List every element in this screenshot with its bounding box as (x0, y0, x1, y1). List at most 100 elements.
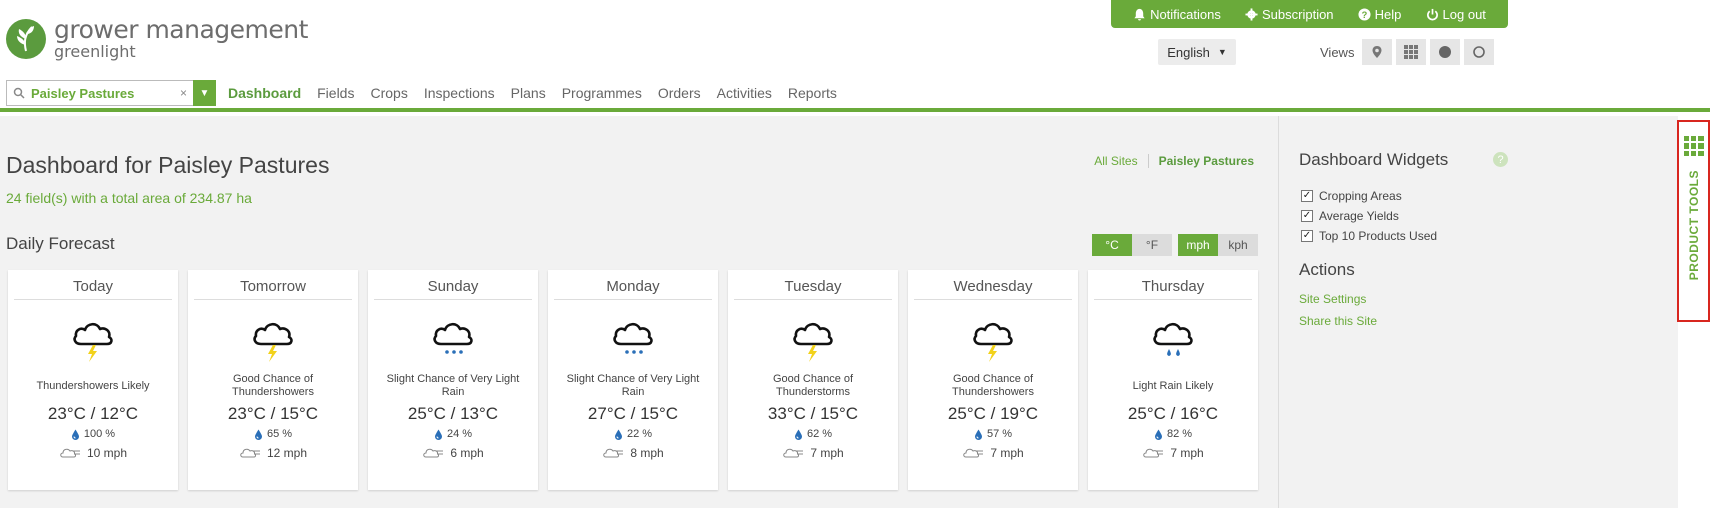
nav-crops[interactable]: Crops (370, 85, 407, 101)
forecast-rain-chance: 65 % (188, 428, 358, 440)
nav-plans[interactable]: Plans (511, 85, 546, 101)
widget-label: Cropping Areas (1319, 189, 1402, 203)
site-dropdown-button[interactable]: ▼ (193, 80, 216, 106)
forecast-card: Today Thundershowers Likely 23°C / 12°C 100… (8, 270, 178, 490)
caret-down-icon: ▼ (1217, 47, 1227, 57)
nav-activities[interactable]: Activities (717, 85, 772, 101)
checkbox[interactable]: ✓ (1301, 190, 1313, 202)
widget-cropping-areas[interactable]: ✓ Cropping Areas (1301, 186, 1437, 206)
logout-button[interactable]: Log out (1426, 7, 1486, 22)
app-subtitle: greenlight (54, 42, 136, 61)
thunderstorm-icon (793, 322, 833, 362)
forecast-description: Slight Chance of Very Light Rain (566, 373, 700, 398)
forecast-temperature: 25°C / 19°C (947, 404, 1039, 423)
search-input[interactable]: Paisley Pastures (31, 86, 180, 101)
raindrop-icon (974, 429, 982, 440)
clear-search-icon[interactable]: × (180, 86, 187, 100)
widgets-help-icon[interactable]: ? (1493, 152, 1508, 167)
forecast-description: Good Chance of Thundershowers (952, 373, 1034, 398)
widget-list: ✓ Cropping Areas ✓ Average Yields ✓ Top … (1301, 186, 1437, 246)
mph-toggle[interactable]: mph (1178, 234, 1218, 256)
logout-label: Log out (1442, 6, 1486, 22)
view-filled-circle-button[interactable] (1430, 39, 1461, 65)
dashboard-main: Dashboard for Paisley Pastures 24 field(… (0, 116, 1278, 508)
forecast-description: Good Chance of Thundershowers (232, 373, 314, 398)
wind-cloud-icon (240, 448, 260, 458)
caret-down-icon: ▼ (199, 87, 210, 99)
nav-inspections[interactable]: Inspections (424, 85, 495, 101)
views-switcher: Views (1320, 39, 1495, 65)
forecast-wind: 7 mph (1088, 446, 1258, 460)
wind-cloud-icon (423, 448, 444, 458)
help-button[interactable]: ? Help (1358, 7, 1401, 22)
wind-value: 7 mph (810, 446, 844, 460)
forecast-card: Thursday Light Rain Likely 25°C / 16°C 82 %… (1088, 270, 1258, 490)
forecast-temperature: 25°C / 13°C (407, 404, 499, 423)
actions-title: Actions (1299, 260, 1355, 279)
all-sites-link[interactable]: All Sites (1094, 154, 1149, 168)
checkbox[interactable]: ✓ (1301, 230, 1313, 242)
nav-reports[interactable]: Reports (788, 85, 837, 101)
kph-toggle[interactable]: kph (1218, 234, 1258, 256)
forecast-card: Monday Slight Chance of Very Light Rain 27… (548, 270, 718, 490)
view-map-button[interactable] (1362, 39, 1393, 65)
nav-programmes[interactable]: Programmes (562, 85, 642, 101)
forecast-day: Tuesday (734, 270, 892, 300)
outline-circle-icon (1473, 46, 1486, 58)
product-tools-label: PRODUCT TOOLS (1686, 170, 1701, 281)
rain-value: 100 % (83, 428, 116, 440)
current-site-link[interactable]: Paisley Pastures (1149, 154, 1254, 168)
forecast-card: Wednesday Good Chance of Thundershowers 25… (908, 270, 1078, 490)
widgets-title: Dashboard Widgets (1299, 150, 1449, 169)
forecast-card: Sunday Slight Chance of Very Light Rain 25… (368, 270, 538, 490)
language-select[interactable]: English ▼ (1158, 39, 1236, 65)
widget-top-products[interactable]: ✓ Top 10 Products Used (1301, 226, 1437, 246)
wind-cloud-icon (963, 448, 984, 458)
apps-grid-icon (1683, 136, 1704, 156)
forecast-day: Sunday (374, 270, 532, 300)
forecast-description: Thundershowers Likely (36, 379, 150, 392)
forecast-title: Daily Forecast (6, 234, 115, 253)
share-site-link[interactable]: Share this Site (1299, 314, 1377, 328)
view-grid-button[interactable] (1396, 39, 1427, 65)
widget-label: Average Yields (1319, 209, 1399, 223)
forecast-wind: 10 mph (8, 446, 178, 460)
product-tools-tab[interactable]: PRODUCT TOOLS (1677, 120, 1710, 322)
forecast-card: Tomorrow Good Chance of Thundershowers 23°… (188, 270, 358, 490)
widget-average-yields[interactable]: ✓ Average Yields (1301, 206, 1437, 226)
wind-cloud-icon (603, 448, 624, 458)
widgets-sidebar: Dashboard Widgets ? ✓ Cropping Areas ✓ A… (1278, 116, 1678, 508)
thunderstorm-icon (253, 322, 293, 362)
checkbox[interactable]: ✓ (1301, 210, 1313, 222)
forecast-wind: 6 mph (368, 446, 538, 460)
view-outline-circle-button[interactable] (1464, 39, 1495, 65)
forecast-card: Tuesday Good Chance of Thunderstorms 33°C … (728, 270, 898, 490)
site-search[interactable]: Paisley Pastures × ▼ (6, 80, 216, 106)
filled-circle-icon (1439, 46, 1452, 58)
rain-value: 57 % (986, 428, 1013, 440)
wind-value: 7 mph (990, 446, 1024, 460)
site-settings-link[interactable]: Site Settings (1299, 292, 1366, 306)
nav-dashboard[interactable]: Dashboard (228, 85, 301, 101)
forecast-temperature: 33°C / 15°C (767, 404, 859, 423)
forecast-day: Wednesday (914, 270, 1072, 300)
rain-value: 82 % (1166, 428, 1193, 440)
rain-value: 22 % (626, 428, 653, 440)
power-icon (1426, 8, 1438, 20)
wind-cloud-icon (783, 448, 804, 458)
wind-value: 12 mph (266, 446, 308, 460)
forecast-rain-chance: 22 % (548, 428, 718, 440)
fahrenheit-toggle[interactable]: °F (1132, 234, 1172, 256)
forecast-temperature: 27°C / 15°C (587, 404, 679, 423)
rain-value: 24 % (446, 428, 473, 440)
logo[interactable]: grower management greenlight (6, 17, 308, 60)
top-menu-bar: Notifications Subscription ? Help Log ou… (1111, 0, 1508, 28)
notifications-button[interactable]: Notifications (1133, 7, 1221, 22)
nav-orders[interactable]: Orders (658, 85, 701, 101)
unit-toggles: °C °F mph kph (1092, 234, 1258, 256)
forecast-wind: 8 mph (548, 446, 718, 460)
subscription-button[interactable]: Subscription (1245, 7, 1334, 22)
celsius-toggle[interactable]: °C (1092, 234, 1132, 256)
nav-fields[interactable]: Fields (317, 85, 354, 101)
forecast-wind: 7 mph (908, 446, 1078, 460)
